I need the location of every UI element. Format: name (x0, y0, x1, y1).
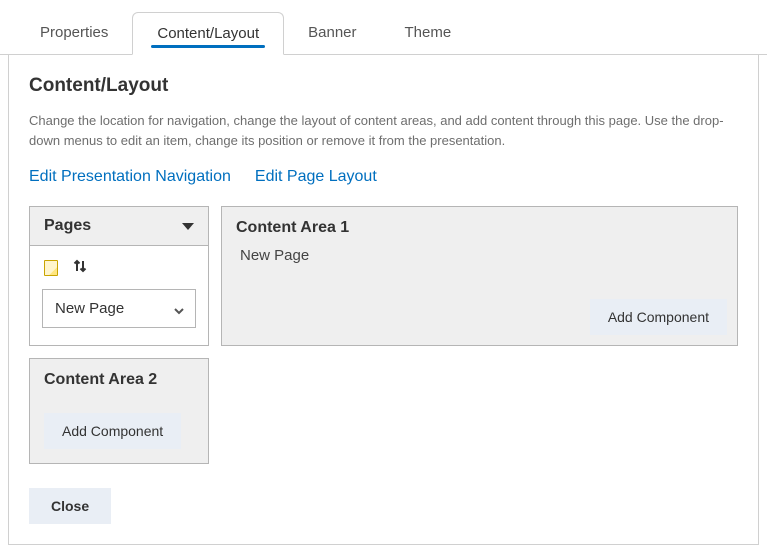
content-area-2: Content Area 2 Add Component (29, 358, 209, 464)
tab-properties[interactable]: Properties (16, 12, 132, 54)
section-description: Change the location for navigation, chan… (29, 111, 729, 150)
new-page-icon[interactable] (44, 260, 58, 276)
edit-page-layout-link[interactable]: Edit Page Layout (255, 168, 377, 186)
chevron-down-icon (173, 304, 183, 314)
edit-presentation-navigation-link[interactable]: Edit Presentation Navigation (29, 168, 231, 186)
content-area-1-body: New Page (236, 247, 723, 264)
content-layout-panel: Content/Layout Change the location for n… (8, 55, 759, 545)
pages-panel: Pages New Page (29, 206, 209, 346)
pages-toolbar (30, 246, 208, 289)
page-select[interactable]: New Page (42, 289, 196, 328)
tab-theme[interactable]: Theme (381, 12, 476, 54)
section-title: Content/Layout (29, 75, 738, 97)
tab-banner[interactable]: Banner (284, 12, 380, 54)
add-component-button-1[interactable]: Add Component (590, 299, 727, 335)
pages-title: Pages (44, 217, 91, 235)
content-area-1-title: Content Area 1 (236, 219, 723, 237)
caret-down-icon (182, 223, 194, 230)
content-area-2-title: Content Area 2 (44, 371, 194, 389)
close-button[interactable]: Close (29, 488, 111, 524)
reorder-icon[interactable] (72, 258, 88, 277)
tab-content-layout[interactable]: Content/Layout (132, 12, 284, 55)
pages-header[interactable]: Pages (30, 207, 208, 246)
action-links: Edit Presentation Navigation Edit Page L… (29, 168, 738, 186)
content-area-1: Content Area 1 New Page Add Component (221, 206, 738, 346)
tab-bar: Properties Content/Layout Banner Theme (0, 0, 767, 55)
page-select-value: New Page (55, 300, 124, 317)
add-component-button-2[interactable]: Add Component (44, 413, 181, 449)
